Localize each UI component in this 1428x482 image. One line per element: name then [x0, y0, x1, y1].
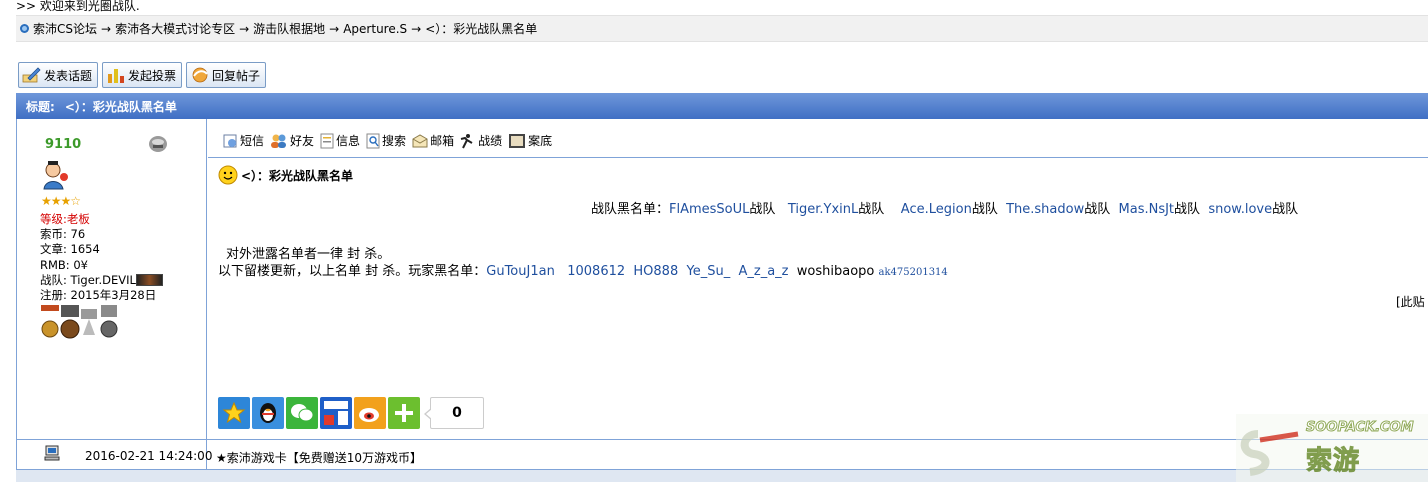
author-coins: 索币: 76 — [40, 227, 86, 242]
post: 9110 ★★★☆ 等级:老板 索币: 76 文章: 1654 RMB: 0¥ … — [16, 119, 1428, 439]
medals-icon — [41, 305, 118, 339]
team-link[interactable]: Tiger.YxinL — [788, 202, 858, 217]
player-link[interactable]: ak475201314 — [879, 267, 948, 278]
bottom-strip — [16, 469, 1428, 482]
wechat-share-button[interactable] — [286, 397, 318, 429]
new-topic-label: 发表话题 — [44, 68, 93, 83]
bullet-icon — [20, 24, 29, 33]
online-status-icon — [149, 136, 167, 152]
info-icon — [320, 133, 334, 148]
wechat-icon — [291, 404, 314, 422]
thread-actions: 发表话题 发起投票 回复帖子 — [18, 62, 267, 88]
team-link[interactable]: Mas.NsJt — [1119, 202, 1175, 217]
search-link[interactable]: 搜索 — [366, 132, 406, 149]
bar-chart-icon — [108, 69, 125, 83]
thread-title: <）：彩光战队黑名单 — [64, 99, 177, 114]
author-info: 等级:老板 索币: 76 文章: 1654 RMB: 0¥ 战队: Tiger.… — [40, 212, 163, 303]
player-link[interactable]: HO888 — [633, 264, 678, 279]
team-blacklist: 战队黑名单：FlAmesSoUL战队 Tiger.YxinL战队 Ace.Leg… — [591, 202, 1299, 217]
star-icon — [222, 401, 246, 424]
post-footer: 2016-02-21 14:24:00 ★索沛游戏卡【免费赠送10万游戏币】 — [16, 439, 1428, 470]
mail-icon — [412, 133, 428, 147]
toolbar-divider — [208, 157, 1428, 158]
qzone-share-button[interactable] — [218, 397, 250, 429]
breadcrumb: 索沛CS论坛 → 索沛各大模式讨论专区 → 游击队根据地 → Aperture.… — [16, 15, 1428, 42]
team-link[interactable]: The.shadow — [1006, 202, 1084, 217]
renren-icon — [324, 401, 348, 425]
pencil-icon — [22, 67, 41, 83]
reply-label: 回复帖子 — [212, 68, 261, 83]
truncated-note: [此贴 — [1396, 295, 1425, 309]
breadcrumb-separator: → — [411, 21, 422, 36]
post-toolbar: 短信 好友 信息 搜索 邮箱 战绩 案底 — [222, 132, 558, 149]
clan-badge-icon — [135, 274, 163, 287]
archive-link[interactable]: 案底 — [508, 132, 552, 149]
reply-icon — [192, 67, 208, 83]
record-link[interactable]: 战绩 — [460, 132, 502, 149]
player-link[interactable]: A_z_a_z — [738, 264, 788, 279]
player-link[interactable]: Ye_Su_ — [687, 264, 731, 279]
title-label: 标题: — [26, 99, 55, 114]
friend-icon — [271, 134, 287, 148]
avatar[interactable] — [39, 159, 71, 191]
breadcrumb-separator: → — [239, 21, 250, 36]
player-blacklist: 以下留楼更新，以上名单 封 杀。玩家黑名单：GuTouJ1an 1008612 … — [218, 264, 948, 279]
renren-share-button[interactable] — [320, 397, 352, 429]
author-name[interactable]: 9110 — [45, 137, 81, 152]
author-rank: 等级:老板 — [40, 212, 90, 226]
author-registered: 注册: 2015年3月28日 — [40, 288, 157, 303]
friend-link[interactable]: 好友 — [270, 132, 314, 149]
computer-icon — [44, 445, 60, 461]
search-icon — [366, 133, 380, 148]
team-link[interactable]: FlAmesSoUL — [669, 202, 749, 217]
plus-icon — [395, 404, 413, 422]
share-bar: 0 — [218, 397, 484, 429]
watermark-brand: 索游 — [1305, 446, 1361, 477]
ad-link[interactable]: ★索沛游戏卡【免费赠送10万游戏币】 — [216, 449, 422, 466]
breadcrumb-separator: → — [329, 21, 340, 36]
site-watermark: SOOPACK.COM 索游 — [1236, 414, 1428, 482]
weibo-share-button[interactable] — [354, 397, 386, 429]
author-posts: 文章: 1654 — [40, 242, 100, 257]
new-topic-button[interactable]: 发表话题 — [18, 62, 99, 88]
message-link[interactable]: 短信 — [222, 132, 264, 149]
qq-penguin-icon — [260, 403, 276, 423]
player-link[interactable]: GuTouJ1an — [486, 264, 555, 279]
soldier-icon — [460, 133, 473, 148]
team-link[interactable]: Ace.Legion — [901, 202, 972, 217]
player-link[interactable]: 1008612 — [567, 264, 625, 279]
post-title: <）：彩光战队黑名单 — [218, 165, 353, 185]
breadcrumb-separator: → — [101, 21, 112, 36]
smiley-icon — [218, 165, 238, 185]
breadcrumb-board[interactable]: 索沛各大模式讨论专区 — [115, 20, 235, 37]
welcome-text: >> 欢迎来到光圈战队. — [16, 0, 140, 13]
rank-stars: ★★★☆ — [41, 194, 81, 208]
new-poll-label: 发起投票 — [128, 68, 177, 83]
breadcrumb-subboard[interactable]: 游击队根据地 — [253, 20, 325, 37]
reply-button[interactable]: 回复帖子 — [186, 62, 267, 88]
new-poll-button[interactable]: 发起投票 — [102, 62, 183, 88]
post-content: 短信 好友 信息 搜索 邮箱 战绩 案底 <）：彩光战队黑名单 战队黑名单：Fl… — [208, 119, 1428, 439]
mail-link[interactable]: 邮箱 — [412, 132, 454, 149]
author-panel: 9110 ★★★☆ 等级:老板 索币: 76 文章: 1654 RMB: 0¥ … — [17, 119, 207, 439]
team-link[interactable]: snow.love — [1208, 202, 1272, 217]
qq-share-button[interactable] — [252, 397, 284, 429]
archive-icon — [509, 133, 526, 148]
post-datetime: 2016-02-21 14:24:00 — [85, 449, 213, 463]
player-name: woshibaopo — [796, 264, 875, 279]
weibo-icon — [359, 408, 379, 422]
watermark-site: SOOPACK.COM — [1306, 420, 1415, 436]
share-count: 0 — [424, 397, 484, 429]
thread-titlebar: 标题: <）：彩光战队黑名单 — [16, 93, 1428, 119]
breadcrumb-forum[interactable]: 索沛CS论坛 — [33, 20, 97, 37]
author-rmb: RMB: 0¥ — [40, 257, 88, 272]
breadcrumb-clan[interactable]: Aperture.S — [343, 22, 407, 36]
breadcrumb-thread[interactable]: <）：彩光战队黑名单 — [425, 20, 537, 37]
more-share-button[interactable] — [388, 397, 420, 429]
author-clan: 战队: Tiger.DEVIL — [40, 273, 163, 288]
info-link[interactable]: 信息 — [320, 132, 360, 149]
message-icon — [223, 134, 237, 147]
footer-left: 2016-02-21 14:24:00 — [17, 440, 212, 470]
